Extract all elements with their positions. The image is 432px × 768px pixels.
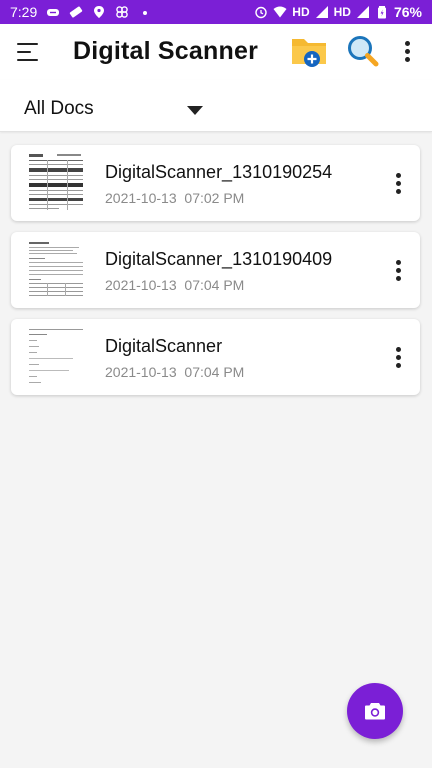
more-vertical-icon <box>405 57 410 62</box>
signal-icon <box>315 6 328 18</box>
dropdown-arrow-icon <box>187 106 203 115</box>
more-vertical-icon <box>396 173 401 178</box>
status-time: 7:29 <box>10 4 38 20</box>
document-time: 07:04 PM <box>184 364 245 380</box>
doc-filter-label: All Docs <box>24 98 94 119</box>
location-pin-icon <box>94 6 105 18</box>
signal-icon <box>356 6 369 18</box>
ticket-icon <box>70 6 83 18</box>
more-vertical-icon <box>396 181 401 186</box>
app-title: Digital Scanner <box>73 37 258 65</box>
document-thumbnail <box>27 326 85 388</box>
more-vertical-icon <box>396 355 401 360</box>
document-thumbnail <box>27 239 85 301</box>
dot-icon <box>143 11 148 15</box>
search-button[interactable] <box>345 34 381 70</box>
document-date: 2021-10-13 <box>105 364 177 380</box>
document-time: 07:04 PM <box>184 277 245 293</box>
document-page-icon <box>27 326 85 388</box>
network-type-label: HD <box>292 5 310 19</box>
network-type-label: HD <box>333 5 351 19</box>
alarm-icon <box>255 6 267 19</box>
more-vertical-icon <box>396 268 401 273</box>
new-folder-button[interactable] <box>290 34 330 70</box>
app-bar: Digital Scanner <box>0 24 432 80</box>
menu-icon <box>17 51 31 53</box>
wifi-icon <box>273 6 287 18</box>
document-page-icon <box>27 239 85 301</box>
document-name: DigitalScanner_1310190254 <box>105 162 333 182</box>
more-vertical-icon <box>396 260 401 265</box>
more-vertical-icon <box>405 41 410 46</box>
document-more-button[interactable] <box>394 258 404 284</box>
document-name: DigitalScanner_1310190409 <box>105 249 333 269</box>
document-more-button[interactable] <box>394 171 404 197</box>
cloud-link-icon <box>47 9 60 16</box>
document-date: 2021-10-13 <box>105 277 177 293</box>
document-more-button[interactable] <box>394 345 404 371</box>
document-card[interactable]: DigitalScanner_1310190254 2021-10-13 07:… <box>11 145 420 221</box>
document-timestamp: 2021-10-13 07:02 PM <box>105 190 244 206</box>
camera-scan-button[interactable] <box>347 683 403 739</box>
more-vertical-icon <box>396 276 401 281</box>
more-vertical-icon <box>396 189 401 194</box>
document-card[interactable]: DigitalScanner_1310190409 2021-10-13 07:… <box>11 232 420 308</box>
menu-icon <box>17 43 38 45</box>
battery-icon <box>377 6 386 19</box>
filter-bar: All Docs <box>0 80 432 132</box>
document-time: 07:02 PM <box>184 190 245 206</box>
document-thumbnail <box>27 152 85 214</box>
document-name: DigitalScanner <box>105 336 223 356</box>
pinwheel-icon <box>116 6 129 18</box>
doc-filter-dropdown[interactable]: All Docs <box>24 98 209 122</box>
document-timestamp: 2021-10-13 07:04 PM <box>105 277 244 293</box>
more-options-button[interactable] <box>398 38 418 66</box>
search-icon <box>348 36 379 67</box>
document-timestamp: 2021-10-13 07:04 PM <box>105 364 244 380</box>
battery-percent: 76% <box>393 4 422 20</box>
document-list: DigitalScanner_1310190254 2021-10-13 07:… <box>11 145 420 406</box>
more-vertical-icon <box>396 363 401 368</box>
more-vertical-icon <box>405 49 410 54</box>
more-vertical-icon <box>396 347 401 352</box>
status-bar: 7:29 HD HD 76% <box>0 0 432 24</box>
menu-button[interactable] <box>14 38 42 66</box>
document-page-icon <box>27 152 85 214</box>
camera-icon <box>365 703 385 720</box>
document-card[interactable]: DigitalScanner 2021-10-13 07:04 PM <box>11 319 420 395</box>
menu-icon <box>17 59 38 61</box>
new-folder-icon <box>292 39 326 67</box>
document-date: 2021-10-13 <box>105 190 177 206</box>
